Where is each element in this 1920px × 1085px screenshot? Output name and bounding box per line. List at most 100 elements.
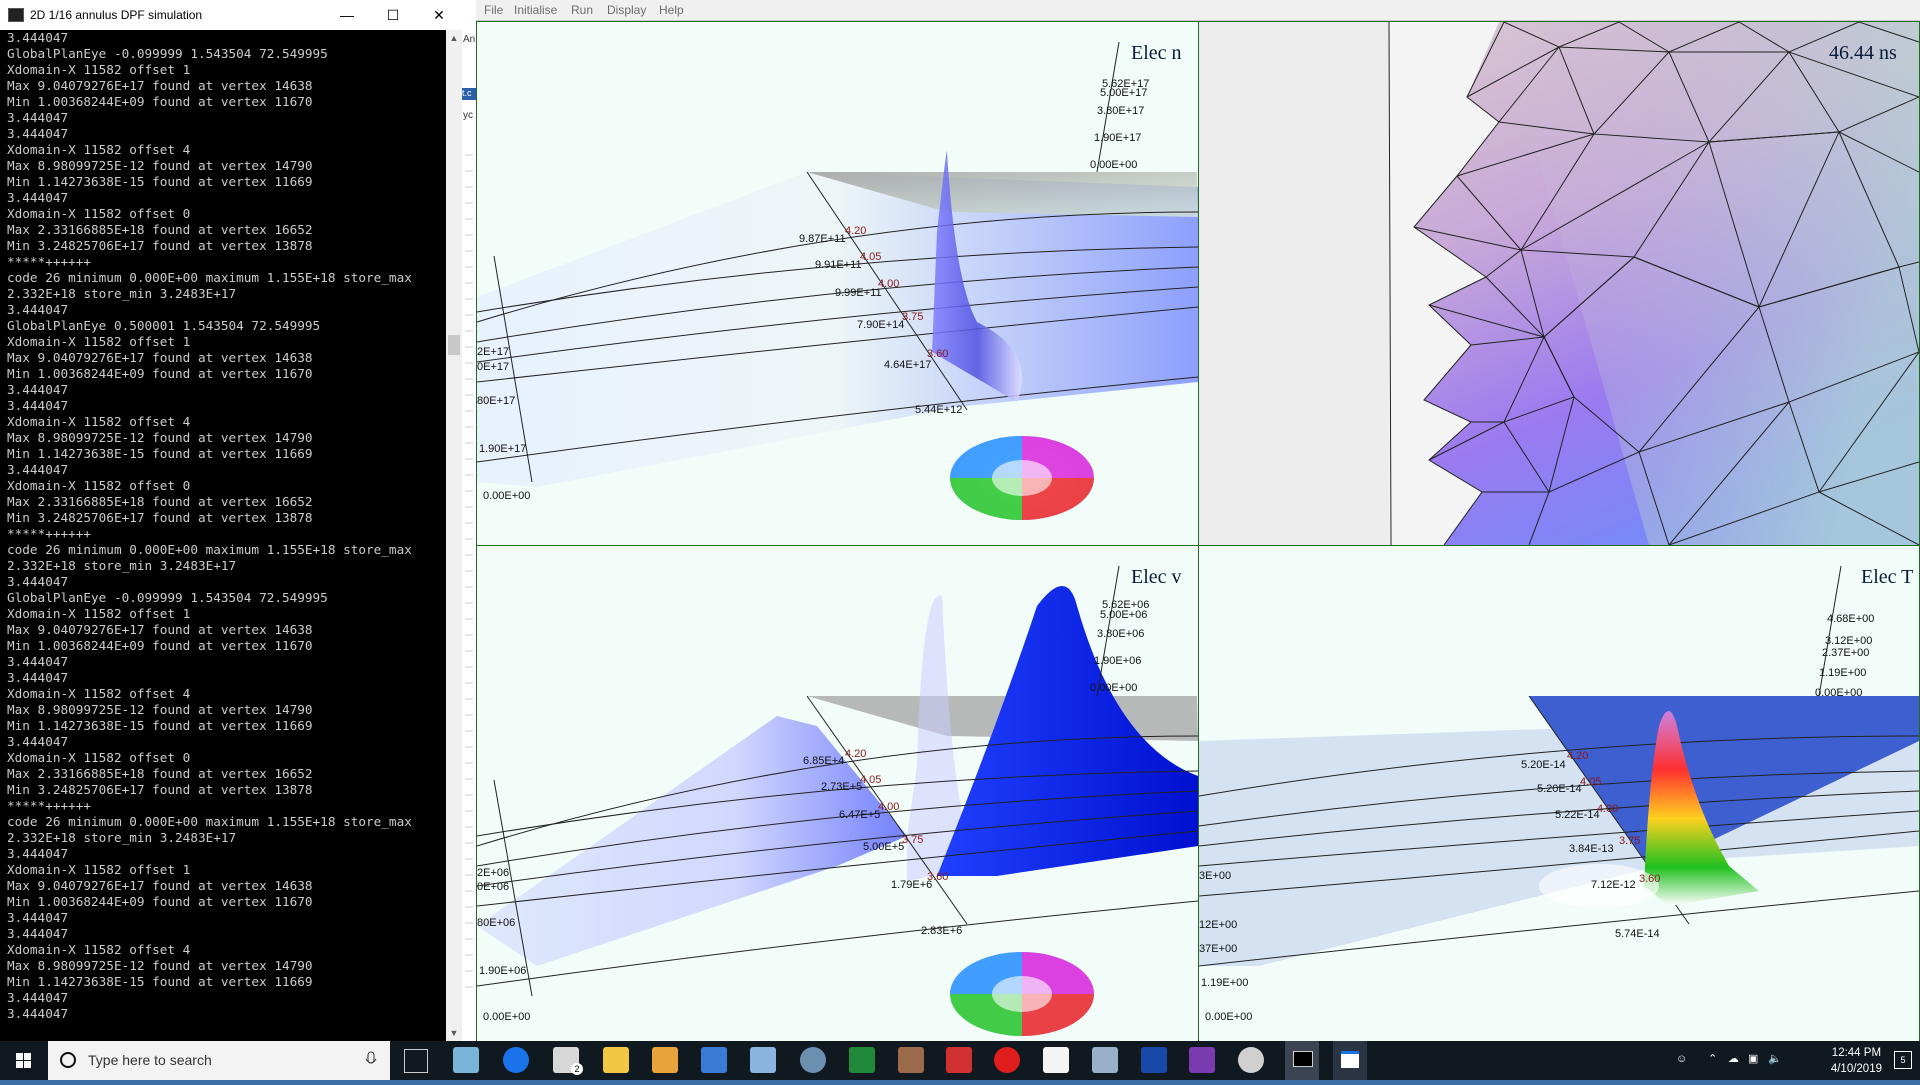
menu-file[interactable]: File — [484, 3, 503, 17]
console-line: Max 9.04079276E+17 found at vertex 14638 — [7, 78, 313, 93]
console-line: Min 1.00368244E+09 found at vertex 11670 — [7, 94, 313, 109]
scale-label: 0.00E+00 — [1815, 687, 1862, 699]
opera-icon[interactable] — [994, 1047, 1020, 1073]
radius-label: 4.05 — [860, 251, 881, 263]
volume-icon[interactable]: 🔈 — [1768, 1052, 1782, 1065]
console-line: Xdomain-X 11582 offset 4 — [7, 414, 191, 429]
menu-run[interactable]: Run — [571, 3, 593, 17]
console-line: Xdomain-X 11582 offset 1 — [7, 606, 191, 621]
notification-count: 5 — [1900, 1055, 1906, 1065]
app-icon[interactable] — [898, 1047, 924, 1073]
console-taskbar-button[interactable] — [1285, 1041, 1319, 1080]
windows-icon — [16, 1053, 31, 1068]
console-line: GlobalPlanEye 0.500001 1.543504 72.54999… — [7, 318, 321, 333]
app-icon[interactable] — [800, 1047, 826, 1073]
start-button[interactable] — [0, 1041, 48, 1080]
radius-label: 3.75 — [902, 311, 923, 323]
console-line: Xdomain-X 11582 offset 0 — [7, 478, 191, 493]
network-icon[interactable]: ▣ — [1748, 1052, 1758, 1065]
background-window-sliver[interactable]: An t.c yc — [462, 0, 477, 1041]
cloud-icon[interactable]: ☁ — [1728, 1052, 1739, 1065]
console-icon — [1293, 1051, 1313, 1067]
console-line: Min 1.00368244E+09 found at vertex 11670 — [7, 894, 313, 909]
file-explorer-icon[interactable] — [603, 1047, 629, 1073]
console-scrollbar[interactable]: ▲ ▼ — [446, 30, 462, 1041]
microphone-icon[interactable] — [364, 1041, 378, 1080]
document-icon[interactable] — [1043, 1047, 1069, 1073]
console-line: 3.444047 — [7, 126, 69, 141]
scroll-thumb[interactable] — [448, 335, 460, 355]
menu-initialise[interactable]: Initialise — [514, 3, 557, 17]
console-line: Min 1.00368244E+09 found at vertex 11670 — [7, 366, 313, 381]
clock[interactable]: 12:44 PM 4/10/2019 — [1831, 1045, 1882, 1077]
panel-title: Elec n — [1131, 42, 1182, 64]
elec-v-plot: 5.62E+06 5.00E+06 3.80E+06 1.90E+06 0.00… — [477, 565, 1198, 1036]
console-line: GlobalPlanEye -0.099999 1.543504 72.5499… — [7, 46, 328, 61]
mesh-plot — [1199, 22, 1919, 545]
console-line: 3.444047 — [7, 1006, 69, 1021]
app-icon[interactable] — [946, 1047, 972, 1073]
menu-help[interactable]: Help — [659, 3, 684, 17]
radius-label: 4.20 — [845, 748, 866, 760]
scale-label: 3.80E+06 — [1097, 628, 1144, 640]
simulation-window[interactable]: File Initialise Run Display Help 5.62E+1… — [476, 0, 1920, 1043]
mesh-view-panel[interactable]: 46.44 ns — [1198, 21, 1920, 546]
left-axis-label: 0E+06 — [477, 881, 509, 893]
app-icon[interactable] — [1092, 1047, 1118, 1073]
sliver-text: t.c — [462, 88, 476, 100]
scroll-up-arrow-icon[interactable]: ▲ — [446, 30, 462, 46]
search-icon — [60, 1052, 76, 1068]
console-line: *****++++++ — [7, 254, 92, 269]
console-line: Min 1.00368244E+09 found at vertex 11670 — [7, 638, 313, 653]
simulation-taskbar-button[interactable] — [1333, 1041, 1367, 1080]
visual-studio-icon[interactable] — [1189, 1047, 1215, 1073]
console-line: Xdomain-X 11582 offset 0 — [7, 750, 191, 765]
console-title: 2D 1/16 annulus DPF simulation — [30, 8, 203, 22]
console-line: Max 9.04079276E+17 found at vertex 14638 — [7, 350, 313, 365]
notification-icon[interactable]: 5 — [1894, 1051, 1912, 1069]
console-line: Xdomain-X 11582 offset 1 — [7, 334, 191, 349]
console-line: Max 9.04079276E+17 found at vertex 14638 — [7, 622, 313, 637]
edge-browser-icon[interactable] — [503, 1047, 529, 1073]
chevron-up-icon[interactable]: ⌃ — [1708, 1052, 1717, 1065]
taskbar: Type here to search 2 ☺ ⌃ ☁ ▣ 🔈 12:44 PM… — [0, 1041, 1920, 1080]
left-axis-label: 1.90E+06 — [479, 965, 526, 977]
console-line: Xdomain-X 11582 offset 1 — [7, 862, 191, 877]
image-app-icon[interactable] — [750, 1047, 776, 1073]
radius-label: 4.00 — [878, 801, 899, 813]
menu-display[interactable]: Display — [607, 3, 646, 17]
plot-panel-elec-t[interactable]: 4.68E+00 3.12E+00 2.37E+00 1.19E+00 0.00… — [1198, 545, 1920, 1043]
radius-label: 4.05 — [860, 774, 881, 786]
maximize-button[interactable]: ☐ — [370, 0, 416, 30]
people-icon[interactable]: ☺ — [1676, 1053, 1687, 1065]
app-icon[interactable] — [1238, 1047, 1264, 1073]
console-line: Min 1.14273638E-15 found at vertex 11669 — [7, 974, 313, 989]
app-icon[interactable] — [652, 1047, 678, 1073]
notepad-app-icon[interactable] — [453, 1047, 479, 1073]
plot-panel-elec-v[interactable]: 5.62E+06 5.00E+06 3.80E+06 1.90E+06 0.00… — [476, 545, 1199, 1043]
left-axis-label: 3E+00 — [1199, 870, 1231, 882]
task-view-icon[interactable] — [404, 1049, 428, 1073]
scroll-down-arrow-icon[interactable]: ▼ — [446, 1025, 462, 1041]
console-line: code 26 minimum 0.000E+00 maximum 1.155E… — [7, 814, 412, 829]
mail-icon[interactable]: 2 — [553, 1047, 583, 1075]
minimize-button[interactable]: — — [324, 0, 370, 30]
console-line: Max 9.04079276E+17 found at vertex 14638 — [7, 878, 313, 893]
console-line: 2.332E+18 store_min 3.2483E+17 — [7, 830, 237, 845]
console-line: GlobalPlanEye -0.099999 1.543504 72.5499… — [7, 590, 328, 605]
spreadsheet-icon[interactable] — [849, 1047, 875, 1073]
search-box[interactable]: Type here to search — [48, 1041, 390, 1080]
console-titlebar[interactable]: 2D 1/16 annulus DPF simulation — ☐ ✕ — [0, 0, 462, 30]
close-button[interactable]: ✕ — [416, 0, 462, 30]
app-icon[interactable] — [1141, 1047, 1167, 1073]
radius-label: 3.60 — [927, 871, 948, 883]
console-line: 3.444047 — [7, 574, 69, 589]
plot-panel-elec-n[interactable]: 5.62E+17 5.00E+17 3.80E+17 1.90E+17 0.00… — [476, 21, 1199, 546]
console-line: 3.444047 — [7, 654, 69, 669]
left-axis-label: 0E+17 — [477, 361, 509, 373]
sliver-text: yc — [463, 110, 473, 121]
radius-label: 3.75 — [902, 834, 923, 846]
console-line: code 26 minimum 0.000E+00 maximum 1.155E… — [7, 270, 412, 285]
console-window[interactable]: 2D 1/16 annulus DPF simulation — ☐ ✕ 3.4… — [0, 0, 463, 1041]
store-icon[interactable] — [701, 1047, 727, 1073]
